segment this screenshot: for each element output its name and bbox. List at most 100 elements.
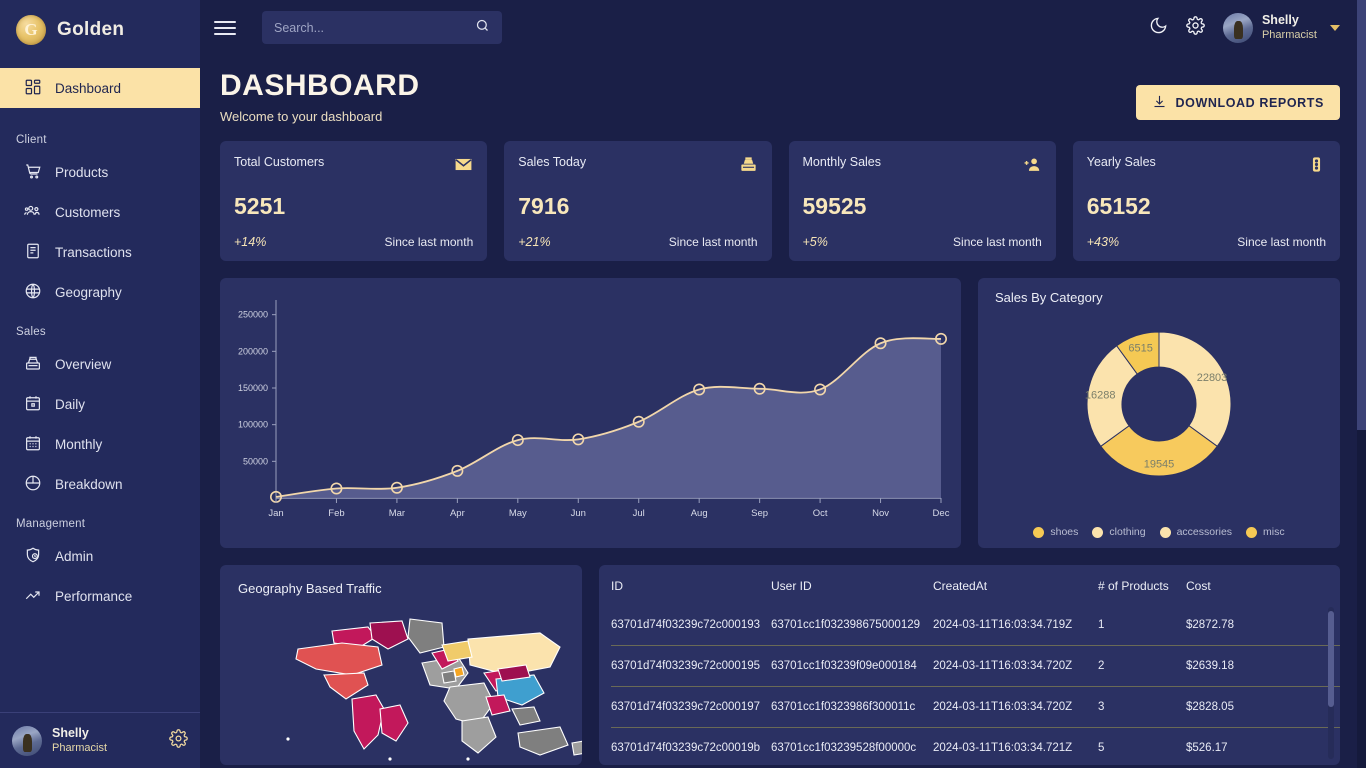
legend-color-dot	[1092, 526, 1104, 538]
table-cell-id: 63701d74f03239c72c000197	[611, 686, 771, 728]
table-cell-id: 63701d74f03239c72c000193	[611, 619, 761, 631]
gear-icon[interactable]	[169, 728, 188, 753]
table-scrollbar-thumb[interactable]	[1328, 611, 1334, 707]
hamburger-icon[interactable]	[214, 17, 236, 39]
search-box[interactable]	[262, 11, 502, 44]
profile-info: Shelly Pharmacist	[1262, 13, 1317, 42]
svg-text:150000: 150000	[238, 383, 268, 393]
transactions-table-panel: ID User ID CreatedAt # of Products Cost 6370…	[599, 565, 1340, 765]
table-row[interactable]: 63701d74f03239c72c000193 63701cc1f0323986…	[611, 605, 1340, 646]
svg-text:22803: 22803	[1197, 372, 1228, 384]
stat-card-bottom: +43% Since last month	[1087, 235, 1326, 249]
legend-label: shoes	[1050, 526, 1079, 538]
table-header-id[interactable]: ID	[611, 565, 771, 605]
table-header-row: ID User ID CreatedAt # of Products Cost	[611, 565, 1340, 605]
stat-card-delta: +43%	[1086, 235, 1120, 249]
page-scrollbar[interactable]	[1357, 0, 1366, 768]
svg-text:Dec: Dec	[933, 508, 950, 519]
svg-text:16288: 16288	[1085, 390, 1116, 402]
table-row[interactable]: 63701d74f03239c72c00019b 63701cc1f0323952…	[611, 727, 1340, 765]
stat-card-since: Since last month	[668, 235, 758, 249]
svg-text:Jan: Jan	[268, 508, 283, 519]
sales-over-time-chart-panel: 50000 100000 150000 200000 250000 Jan Feb Mar Ap…	[220, 278, 961, 548]
sidebar-user-info: Shelly Pharmacist	[52, 726, 159, 755]
table-header-of-products[interactable]: # of Products	[1098, 565, 1186, 605]
chevron-down-icon[interactable]	[1330, 24, 1340, 31]
sidebar-item-breakdown[interactable]: Breakdown	[0, 464, 200, 504]
table-cell-created-at: 2024-03-11T16:03:34.719Z	[933, 619, 1073, 631]
calendar-month-icon	[24, 434, 42, 455]
avatar	[12, 725, 42, 756]
sidebar-item-label: Monthly	[55, 436, 103, 452]
legend-item-clothing[interactable]: clothing	[1092, 526, 1146, 538]
sidebar-user-name: Shelly	[52, 726, 89, 741]
download-reports-button[interactable]: DOWNLOAD REPORTS	[1135, 85, 1340, 120]
page-scrollbar-thumb[interactable]	[1357, 0, 1366, 430]
search-icon[interactable]	[475, 18, 490, 38]
sidebar: G Golden Dashboard Client Products Customer…	[0, 0, 200, 768]
svg-text:Apr: Apr	[450, 508, 465, 519]
stat-card-title: Monthly Sales	[802, 155, 882, 169]
transactions-table: ID User ID CreatedAt # of Products Cost 6370…	[611, 565, 1340, 765]
table-header-cost[interactable]: Cost	[1186, 565, 1340, 605]
sidebar-item-performance[interactable]: Performance	[0, 576, 200, 616]
sales-by-category-title: Sales By Category	[995, 290, 1103, 305]
stat-card-top: Total Customers	[234, 155, 473, 177]
svg-text:19545: 19545	[1144, 459, 1175, 471]
profile-role: Pharmacist	[1261, 28, 1317, 41]
avatar	[1222, 12, 1253, 43]
table-cell-user-id: 63701cc1f032398675000129	[771, 619, 921, 631]
stat-card-sales-today: Sales Today 7916 +21% Since last month	[504, 141, 772, 261]
table-row[interactable]: 63701d74f03239c72c000197 63701cc1f0323986…	[611, 686, 1340, 728]
table-cell-cost: $526.17	[1186, 727, 1340, 765]
gear-icon[interactable]	[1186, 15, 1205, 40]
register-icon	[24, 354, 42, 375]
svg-text:6515: 6515	[1128, 342, 1152, 354]
legend-item-misc[interactable]: misc	[1246, 526, 1285, 538]
sidebar-item-transactions[interactable]: Transactions	[0, 232, 200, 272]
table-cell-products: 2	[1098, 645, 1186, 687]
stat-card-monthly-sales: Monthly Sales 59525 +5% Since last month	[788, 141, 1056, 261]
sidebar-item-customers[interactable]: Customers	[0, 192, 200, 232]
stat-card-delta: +14%	[234, 235, 267, 249]
table-header-user-id[interactable]: User ID	[771, 565, 933, 605]
sidebar-item-admin[interactable]: Admin	[0, 536, 200, 576]
sidebar-item-geography[interactable]: Geography	[0, 272, 200, 312]
sidebar-item-monthly[interactable]: Monthly	[0, 424, 200, 464]
stat-card-bottom: +21% Since last month	[518, 235, 757, 249]
sidebar-item-label: Overview	[55, 356, 112, 372]
page-subtitle: Welcome to your dashboard	[220, 109, 383, 124]
page-header: DASHBOARD Welcome to your dashboard DOWN…	[200, 55, 1366, 124]
sidebar-item-overview[interactable]: Overview	[0, 344, 200, 384]
sidebar-item-daily[interactable]: Daily	[0, 384, 200, 424]
sidebar-nav: Dashboard Client Products Customers Transact…	[0, 60, 200, 712]
traffic-light-icon	[1307, 155, 1326, 177]
svg-text:Sep: Sep	[751, 508, 768, 519]
sidebar-user-footer[interactable]: Shelly Pharmacist	[0, 712, 200, 768]
sidebar-section-sales: Sales	[16, 326, 46, 338]
search-input[interactable]	[274, 20, 467, 35]
table-row[interactable]: 63701d74f03239c72c000195 63701cc1f03239f0…	[611, 645, 1340, 687]
table-cell-products: 5	[1098, 727, 1186, 765]
profile-menu[interactable]: Shelly Pharmacist	[1222, 12, 1340, 43]
sidebar-item-label: Daily	[55, 396, 86, 412]
legend-item-shoes[interactable]: shoes	[1033, 526, 1078, 538]
table-cell-id: 63701d74f03239c72c00019b	[611, 727, 771, 765]
table-header-createdat[interactable]: CreatedAt	[933, 565, 1098, 605]
sidebar-item-products[interactable]: Products	[0, 152, 200, 192]
svg-text:Nov: Nov	[872, 508, 889, 519]
sidebar-item-label: Products	[55, 164, 109, 180]
table-scrollbar[interactable]	[1328, 607, 1334, 759]
brand: G Golden	[0, 0, 200, 60]
sidebar-item-dashboard[interactable]: Dashboard	[0, 68, 200, 108]
moon-icon[interactable]	[1149, 16, 1168, 40]
sidebar-user-role: Pharmacist	[52, 741, 108, 754]
stat-card-title: Sales Today	[518, 155, 587, 169]
stat-card-yearly-sales: Yearly Sales 65152 +43% Since last month	[1072, 141, 1340, 261]
legend-item-accessories[interactable]: accessories	[1159, 526, 1232, 538]
legend-color-dot	[1159, 526, 1171, 538]
world-map[interactable]	[272, 613, 582, 763]
svg-text:50000: 50000	[243, 456, 268, 466]
grid-icon	[24, 78, 42, 99]
download-reports-label: DOWNLOAD REPORTS	[1175, 95, 1324, 110]
